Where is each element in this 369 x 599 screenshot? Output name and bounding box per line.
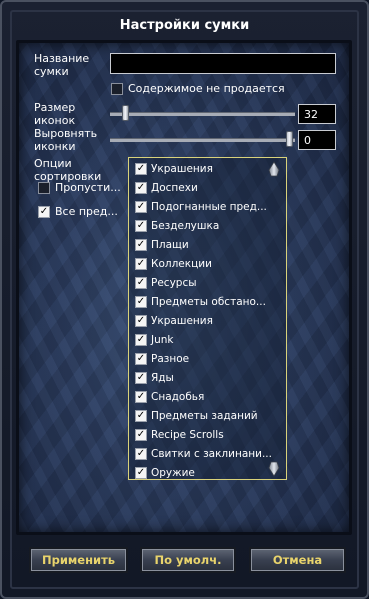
category-checkbox[interactable]: ✓: [135, 410, 147, 422]
category-row[interactable]: ✓ Доспехи: [135, 179, 265, 198]
category-checkbox[interactable]: ✓: [135, 353, 147, 365]
category-label: Украшения: [151, 163, 213, 175]
category-label: Коллекции: [151, 258, 212, 270]
scroll-down-icon[interactable]: [268, 461, 280, 477]
category-checkbox[interactable]: ✓: [135, 296, 147, 308]
category-row[interactable]: ✓ Предметы заданий: [135, 407, 265, 426]
window-title: Настройки сумки: [119, 18, 250, 33]
bag-name-input[interactable]: [110, 53, 336, 74]
category-checkbox[interactable]: ✓: [135, 239, 147, 251]
category-checkbox[interactable]: ✓: [135, 467, 147, 479]
category-checkbox[interactable]: ✓: [135, 258, 147, 270]
category-label: Предметы обстано...: [151, 296, 266, 308]
not-for-sale-label: Содержимое не продается: [128, 82, 285, 95]
skip-label: Пропусти...: [55, 181, 121, 194]
scroll-up-icon[interactable]: [268, 161, 280, 177]
category-label: Доспехи: [151, 182, 198, 194]
icon-size-slider-track[interactable]: [110, 112, 295, 116]
category-row[interactable]: ✓ Recipe Scrolls: [135, 426, 265, 445]
all-items-label: Все пред...: [55, 205, 118, 218]
category-row[interactable]: ✓ Предметы обстано...: [135, 293, 266, 312]
category-row[interactable]: ✓ Коллекции: [135, 255, 265, 274]
category-row[interactable]: ✓ Оружие: [135, 464, 265, 483]
category-label: Свитки с заклинани...: [151, 448, 272, 460]
category-checkbox[interactable]: ✓: [135, 372, 147, 384]
align-icons-slider-track[interactable]: [110, 138, 295, 142]
sort-options-label: Опции сортировки: [34, 157, 102, 183]
category-label: Junk: [151, 334, 174, 346]
category-label: Украшения: [151, 315, 213, 327]
category-label: Снадобья: [151, 391, 205, 403]
category-label: Безделушка: [151, 220, 220, 232]
category-label: Recipe Scrolls: [151, 429, 224, 441]
category-label: Ресурсы: [151, 277, 197, 289]
category-checkbox[interactable]: ✓: [135, 277, 147, 289]
skip-checkbox[interactable]: [38, 182, 50, 194]
category-checkbox[interactable]: ✓: [135, 220, 147, 232]
category-checkbox[interactable]: ✓: [135, 448, 147, 460]
category-checkbox[interactable]: ✓: [135, 315, 147, 327]
icon-size-label: Размер иконок: [34, 101, 76, 127]
align-icons-input[interactable]: 0: [298, 130, 336, 150]
category-checkbox[interactable]: ✓: [135, 182, 147, 194]
category-scrollbar[interactable]: [268, 161, 280, 477]
defaults-button[interactable]: По умолч.: [140, 547, 236, 573]
category-label: Разное: [151, 353, 190, 365]
cancel-button[interactable]: Отмена: [249, 547, 346, 573]
category-label: Плащи: [151, 239, 189, 251]
category-row[interactable]: ✓ Украшения: [135, 160, 265, 179]
category-checkbox[interactable]: ✓: [135, 391, 147, 403]
bag-name-label: Название сумки: [34, 52, 90, 78]
category-row[interactable]: ✓ Плащи: [135, 236, 265, 255]
category-checkbox[interactable]: ✓: [135, 429, 147, 441]
align-icons-slider-thumb[interactable]: [286, 131, 293, 147]
category-label: Предметы заданий: [151, 410, 258, 422]
all-items-checkbox[interactable]: ✓: [38, 206, 50, 218]
icon-size-slider-thumb[interactable]: [122, 105, 129, 121]
category-checkbox[interactable]: ✓: [135, 201, 147, 213]
category-label: Яды: [151, 372, 174, 384]
category-row[interactable]: ✓ Безделушка: [135, 217, 265, 236]
apply-button[interactable]: Применить: [29, 547, 128, 573]
not-for-sale-checkbox[interactable]: [111, 83, 123, 95]
category-row[interactable]: ✓ Свитки с заклинани...: [135, 445, 272, 464]
category-row[interactable]: ✓ Украшения: [135, 312, 265, 331]
category-row[interactable]: ✓ Junk: [135, 331, 265, 350]
category-checkbox[interactable]: ✓: [135, 334, 147, 346]
category-row[interactable]: ✓ Разное: [135, 350, 265, 369]
category-row[interactable]: ✓ Подогнанные пред...: [135, 198, 267, 217]
category-row[interactable]: ✓ Ресурсы: [135, 274, 265, 293]
category-label: Подогнанные пред...: [151, 201, 267, 213]
category-row[interactable]: ✓ Снадобья: [135, 388, 265, 407]
category-checkbox[interactable]: ✓: [135, 163, 147, 175]
category-label: Оружие: [151, 467, 195, 479]
align-icons-label: Выровнять иконки: [34, 127, 98, 153]
icon-size-input[interactable]: 32: [298, 104, 336, 124]
category-row[interactable]: ✓ Яды: [135, 369, 265, 388]
